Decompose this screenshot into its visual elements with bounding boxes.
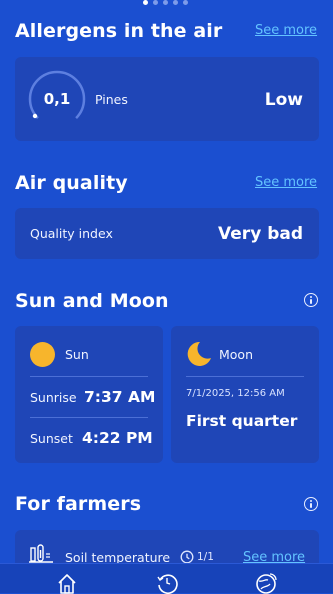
allergen-label: Pines [95,92,128,107]
sunset-time: 4:22 PM [82,429,153,447]
divider [30,376,148,377]
air-quality-title: Air quality [15,172,128,194]
allergens-title: Allergens in the air [15,20,223,42]
air-quality-value: Very bad [218,224,303,244]
sun-moon-title: Sun and Moon [15,290,169,312]
page-indicator [143,0,188,5]
moon-datetime: 7/1/2025, 12:56 AM [186,388,285,399]
farmers-count: 1/1 [197,551,214,563]
page-dot[interactable] [173,0,178,5]
sun-label: Sun [65,347,89,362]
sunset-label: Sunset [30,431,73,446]
soil-thermometer-icon [29,544,53,563]
air-quality-label: Quality index [30,226,113,241]
page-dot[interactable] [143,0,148,5]
bottom-navigation [0,563,333,594]
sun-card[interactable]: Sun Sunrise 7:37 AM Sunset 4:22 PM [15,326,163,463]
sunrise-time: 7:37 AM [84,388,156,406]
globe-radar-icon[interactable] [255,572,277,594]
allergen-level: Low [264,90,303,110]
moon-card[interactable]: Moon 7/1/2025, 12:56 AM First quarter [171,326,319,463]
page-dot[interactable] [153,0,158,5]
farmers-info-icon[interactable] [304,497,318,511]
sunrise-label: Sunrise [30,390,77,405]
moon-icon [187,341,211,366]
sun-icon [30,342,55,367]
allergens-see-more-link[interactable]: See more [255,23,317,38]
divider [186,376,304,377]
allergen-value: 0,1 [43,90,71,108]
page-dot[interactable] [183,0,188,5]
sun-moon-info-icon[interactable] [304,293,318,307]
clock-icon [180,550,194,564]
air-quality-card[interactable]: Quality index Very bad [15,208,319,259]
history-24h-icon[interactable] [156,572,178,594]
air-quality-see-more-link[interactable]: See more [255,175,317,190]
moon-phase: First quarter [186,412,298,430]
divider [30,417,148,418]
home-icon[interactable] [56,572,78,594]
allergens-card[interactable]: 0,1 Pines Low [15,57,319,141]
page-dot[interactable] [163,0,168,5]
moon-label: Moon [219,347,254,362]
farmers-title: For farmers [15,493,142,515]
